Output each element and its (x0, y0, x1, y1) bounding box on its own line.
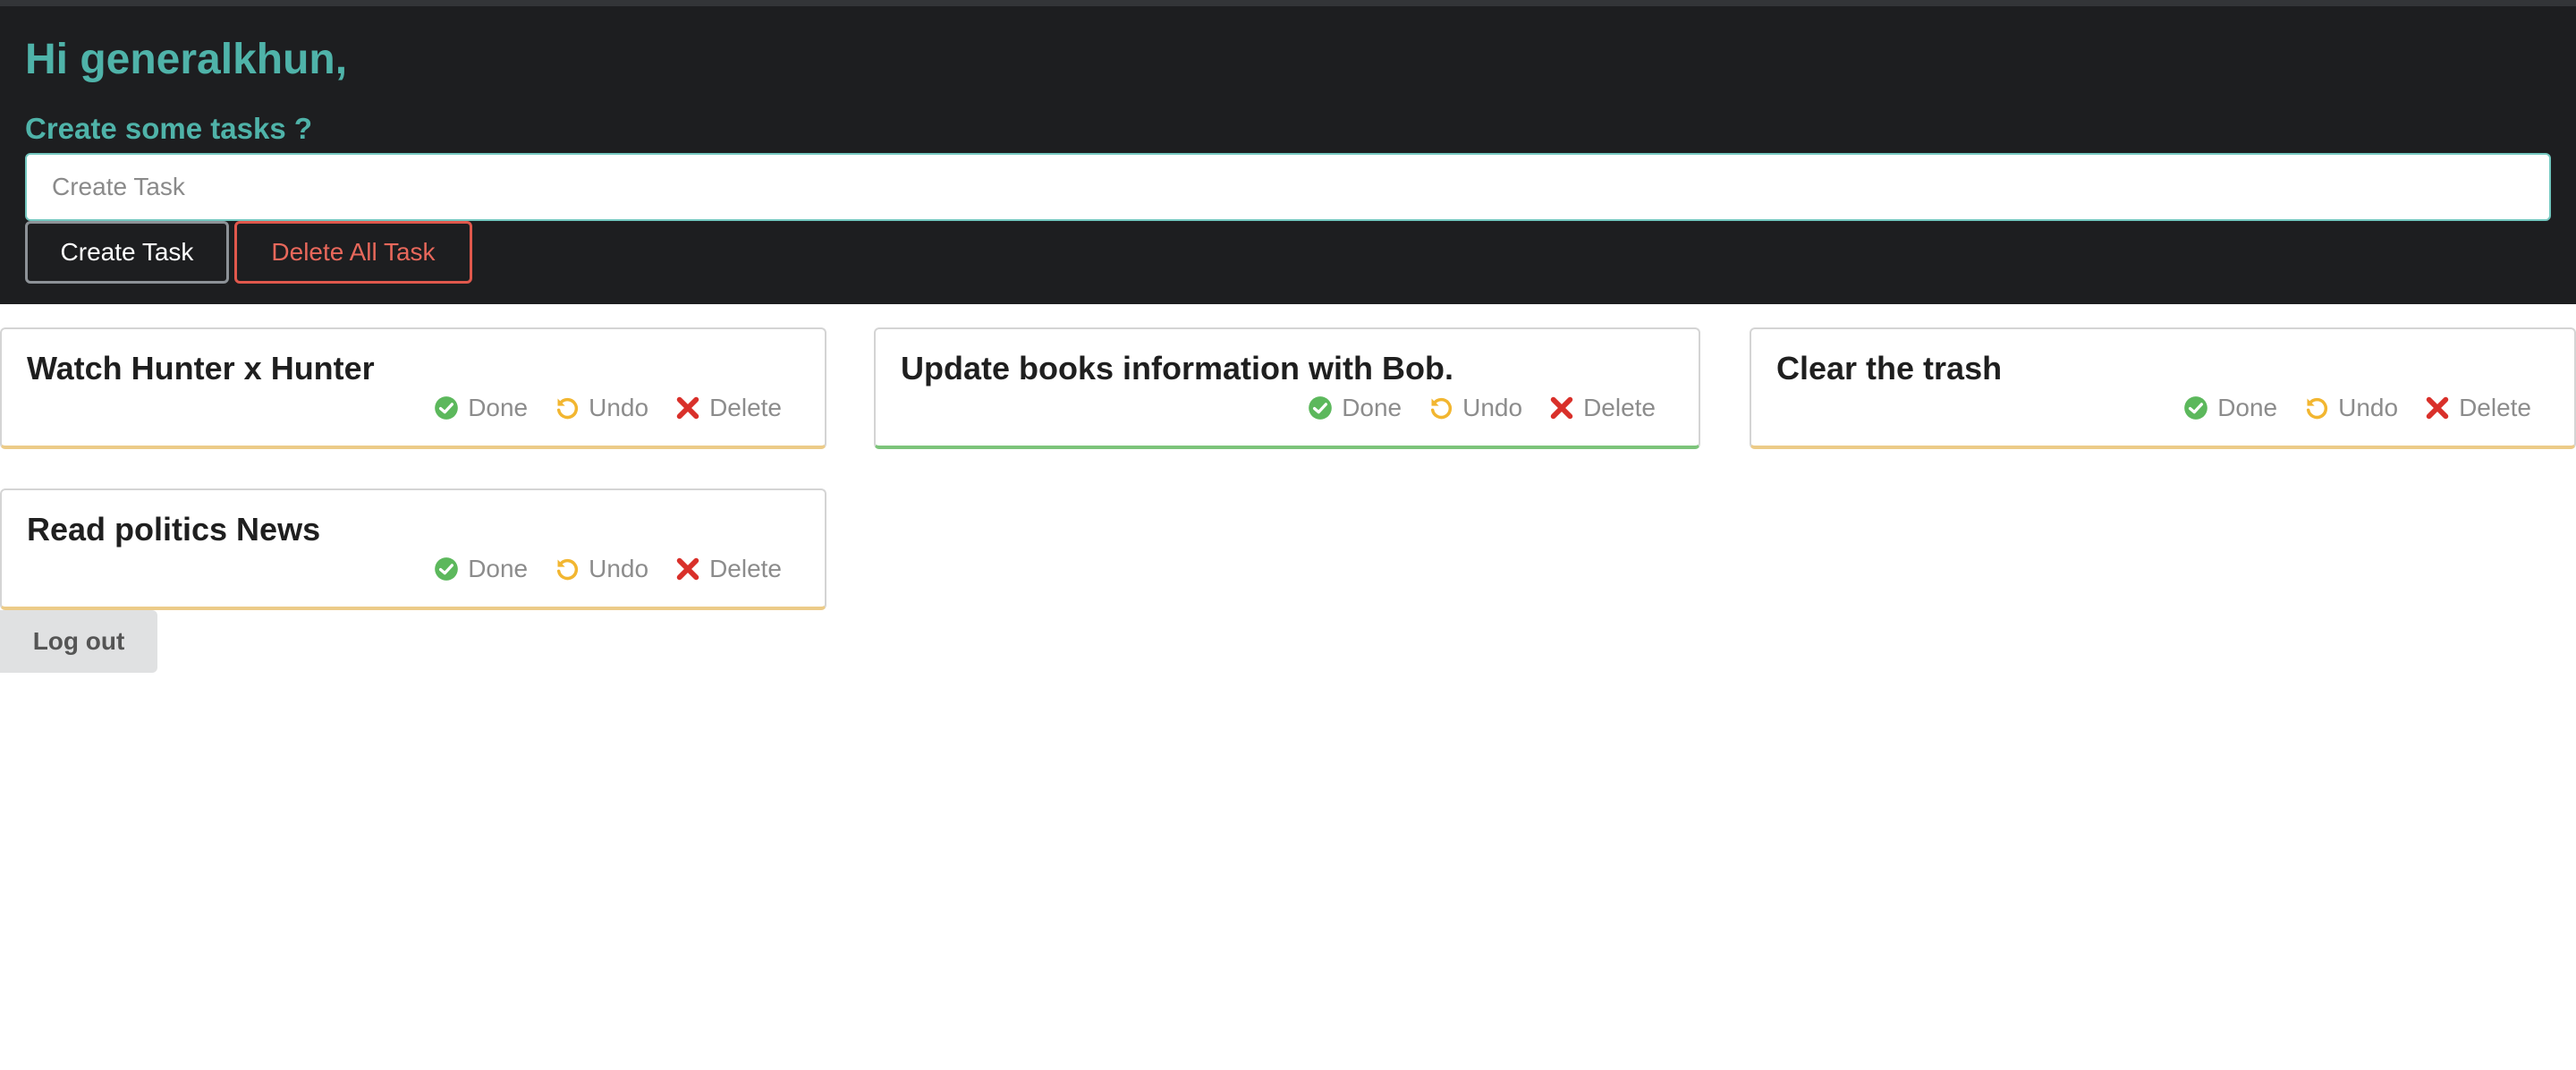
task-actions: Done Undo Delete (1308, 392, 1656, 424)
undo-button[interactable]: Undo (555, 553, 648, 585)
undo-icon (557, 397, 579, 420)
delete-label: Delete (2459, 394, 2531, 421)
delete-button[interactable]: Delete (1549, 392, 1656, 424)
done-label: Done (1342, 394, 1402, 421)
close-icon (1550, 396, 1573, 420)
delete-button[interactable]: Delete (2425, 392, 2531, 424)
task-actions: Done Undo Delete (434, 553, 782, 585)
done-label: Done (2217, 394, 2278, 421)
undo-label: Undo (589, 394, 649, 421)
undo-icon (557, 558, 579, 581)
close-icon (2426, 396, 2449, 420)
check-circle-icon (435, 396, 459, 420)
create-task-input[interactable] (25, 153, 2551, 221)
delete-button[interactable]: Delete (675, 553, 782, 585)
header: Hi generalkhun, Create some tasks ? Crea… (0, 0, 2576, 304)
delete-label: Delete (709, 555, 782, 582)
task-actions: Done Undo Delete (2183, 392, 2531, 424)
done-button[interactable]: Done (434, 392, 528, 424)
close-icon (676, 396, 699, 420)
task-card: Clear the trash Done Undo Delete (1750, 327, 2576, 449)
check-circle-icon (435, 557, 459, 581)
delete-label: Delete (1583, 394, 1656, 421)
check-circle-icon (1309, 396, 1333, 420)
undo-button[interactable]: Undo (1428, 392, 1522, 424)
undo-label: Undo (2338, 394, 2399, 421)
delete-all-task-button[interactable]: Delete All Task (234, 221, 472, 284)
task-actions: Done Undo Delete (434, 392, 782, 424)
task-title: Watch Hunter x Hunter (27, 350, 375, 386)
done-label: Done (468, 555, 529, 582)
done-button[interactable]: Done (2183, 392, 2277, 424)
undo-button[interactable]: Undo (555, 392, 648, 424)
task-card: Update books information with Bob. Done … (874, 327, 1700, 449)
undo-icon (2307, 397, 2328, 420)
greeting: Hi generalkhun, (25, 36, 348, 83)
done-button[interactable]: Done (1308, 392, 1402, 424)
undo-icon (1431, 397, 1453, 420)
undo-label: Undo (1462, 394, 1523, 421)
create-task-button[interactable]: Create Task (25, 221, 229, 284)
done-label: Done (468, 394, 529, 421)
done-button[interactable]: Done (434, 553, 528, 585)
delete-label: Delete (709, 394, 782, 421)
delete-button[interactable]: Delete (675, 392, 782, 424)
task-title: Update books information with Bob. (901, 350, 1453, 386)
task-title: Read politics News (27, 511, 321, 548)
task-card: Watch Hunter x Hunter Done Undo Delete (0, 327, 826, 449)
logout-button[interactable]: Log out (0, 610, 157, 673)
task-title: Clear the trash (1776, 350, 2003, 386)
create-prompt: Create some tasks ? (25, 112, 312, 145)
undo-label: Undo (589, 555, 649, 582)
check-circle-icon (2184, 396, 2208, 420)
undo-button[interactable]: Undo (2304, 392, 2398, 424)
close-icon (676, 557, 699, 581)
task-card: Read politics News Done Undo Delete (0, 488, 826, 610)
